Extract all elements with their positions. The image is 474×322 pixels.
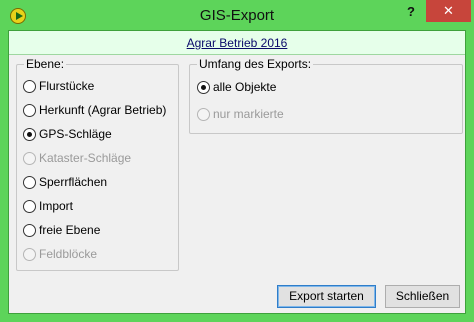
radio-flurstuecke[interactable]: Flurstücke <box>23 78 94 94</box>
title-bar: GIS-Export ? ✕ <box>0 0 474 30</box>
radio-alle-objekte[interactable]: alle Objekte <box>197 79 276 95</box>
ebene-group: Ebene: Flurstücke Herkunft (Agrar Betrie… <box>16 57 179 271</box>
help-button[interactable]: ? <box>398 1 424 23</box>
radio-label: alle Objekte <box>213 80 277 94</box>
radio-button-icon <box>197 107 210 121</box>
radio-label: Herkunft (Agrar Betrieb) <box>39 103 167 117</box>
radio-button-icon[interactable] <box>23 127 36 141</box>
radio-label: Flurstücke <box>39 79 95 93</box>
close-button[interactable]: Schließen <box>385 285 460 308</box>
radio-label: GPS-Schläge <box>39 127 112 141</box>
radio-kataster-schlaege: Kataster-Schläge <box>23 150 131 166</box>
umfang-group: Umfang des Exports: alle Objekte nur mar… <box>189 57 463 134</box>
radio-button-icon <box>23 247 36 261</box>
radio-button-icon[interactable] <box>23 175 36 189</box>
betrieb-link[interactable]: Agrar Betrieb 2016 <box>187 36 288 50</box>
radio-button-icon[interactable] <box>197 80 210 94</box>
radio-button-icon <box>23 151 36 165</box>
radio-label: Import <box>39 199 74 213</box>
radio-feldbloecke: Feldblöcke <box>23 246 97 262</box>
radio-button-icon[interactable] <box>23 79 36 93</box>
radio-button-icon[interactable] <box>23 199 36 213</box>
radio-label: Kataster-Schläge <box>39 151 132 165</box>
gis-export-window: GIS-Export ? ✕ Agrar Betrieb 2016 Ebene:… <box>0 0 474 322</box>
header-band: Agrar Betrieb 2016 <box>9 31 465 55</box>
radio-label: Sperrflächen <box>39 175 108 189</box>
radio-button-icon[interactable] <box>23 103 36 117</box>
export-start-button[interactable]: Export starten <box>277 285 376 308</box>
radio-import[interactable]: Import <box>23 198 73 214</box>
ebene-group-title: Ebene: <box>24 57 67 71</box>
radio-label: Feldblöcke <box>39 247 98 261</box>
radio-button-icon[interactable] <box>23 223 36 237</box>
umfang-group-title: Umfang des Exports: <box>197 57 314 71</box>
radio-sperrflaechen[interactable]: Sperrflächen <box>23 174 107 190</box>
dialog-client: Agrar Betrieb 2016 Ebene: Flurstücke Her… <box>8 30 466 314</box>
radio-herkunft[interactable]: Herkunft (Agrar Betrieb) <box>23 102 166 118</box>
radio-gps-schlaege[interactable]: GPS-Schläge <box>23 126 112 142</box>
radio-label: nur markierte <box>213 107 284 121</box>
radio-freie-ebene[interactable]: freie Ebene <box>23 222 100 238</box>
radio-nur-markierte: nur markierte <box>197 106 284 122</box>
radio-label: freie Ebene <box>39 223 101 237</box>
close-window-button[interactable]: ✕ <box>426 0 471 22</box>
